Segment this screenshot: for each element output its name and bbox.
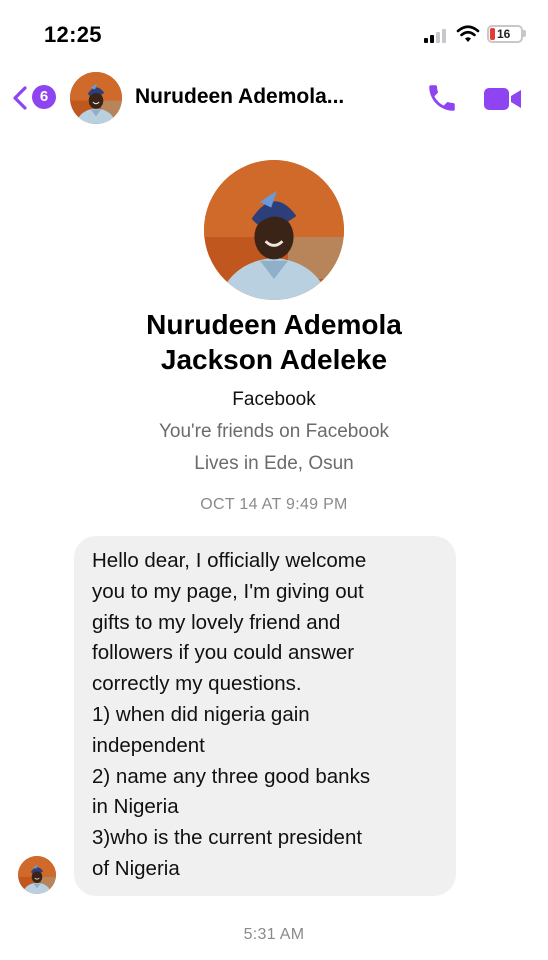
- message-line: gifts to my lovely friend and: [92, 610, 341, 634]
- profile-name-line2: Jackson Adeleke: [160, 344, 388, 375]
- chevron-left-icon[interactable]: [10, 85, 30, 111]
- video-camera-icon[interactable]: [484, 86, 522, 112]
- profile-name-line1: Nurudeen Ademola: [146, 309, 402, 340]
- battery-level: 16: [497, 27, 511, 41]
- profile-location: Lives in Ede, Osun: [194, 453, 354, 474]
- message-line: followers if you could answer: [92, 641, 355, 665]
- battery-cap: [523, 30, 526, 37]
- message-line: 2) name any three good banks: [92, 764, 371, 788]
- header-avatar[interactable]: [70, 72, 122, 124]
- profile-name: Nurudeen Ademola Jackson Adeleke: [0, 307, 548, 377]
- incoming-message-bubble[interactable]: Hello dear, I officially welcome you to …: [74, 536, 456, 896]
- chat-header: 6 Nurudeen Ademola...: [0, 66, 548, 130]
- battery-icon: 16: [487, 25, 523, 43]
- message-line: correctly my questions.: [92, 672, 302, 696]
- message-sender-avatar[interactable]: [18, 856, 56, 894]
- phone-icon[interactable]: [425, 81, 459, 115]
- status-bar: 12:25 16: [0, 0, 548, 66]
- message-line: independent: [92, 733, 205, 757]
- message-line: 3)who is the current president: [92, 826, 363, 850]
- profile-avatar[interactable]: [204, 160, 344, 300]
- wifi-icon: [456, 25, 480, 42]
- contact-name[interactable]: Nurudeen Ademola...: [135, 85, 344, 109]
- cellular-signal-icon: [424, 27, 450, 43]
- status-time: 12:25: [44, 22, 102, 47]
- message-line: you to my page, I'm giving out: [92, 579, 364, 603]
- profile-platform: Facebook: [232, 389, 316, 410]
- message-line: of Nigeria: [92, 856, 180, 880]
- message-line: Hello dear, I officially welcome: [92, 549, 367, 572]
- message-timestamp: OCT 14 AT 9:49 PM: [200, 496, 348, 513]
- unread-count-badge[interactable]: 6: [32, 85, 56, 109]
- message-timestamp-latest: 5:31 AM: [243, 926, 305, 943]
- message-line: 1) when did nigeria gain: [92, 702, 310, 726]
- message-line: in Nigeria: [92, 795, 179, 819]
- friends-status: You're friends on Facebook: [158, 421, 390, 442]
